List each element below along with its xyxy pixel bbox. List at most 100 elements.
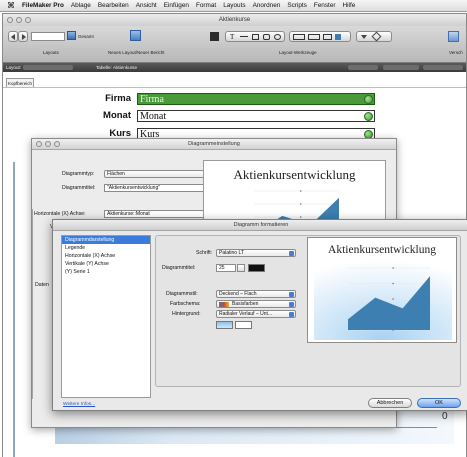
format-preview-plot	[314, 260, 452, 340]
axis-tick	[299, 216, 302, 218]
background-popup[interactable]: Radialer Verlauf – Unt...	[216, 310, 296, 318]
layout-number-field[interactable]	[31, 32, 65, 41]
new-layout-icon[interactable]	[130, 30, 141, 41]
apple-menu-icon[interactable]: ⌘	[7, 1, 15, 10]
font-popup[interactable]: Palatino LT	[216, 249, 296, 257]
back-button[interactable]	[8, 31, 18, 42]
axis-tick	[392, 298, 394, 300]
chart-title-label: Diagrammtitel:	[62, 185, 96, 191]
field-monat[interactable]: Monat	[137, 110, 375, 122]
font-value: Palatino LT	[219, 250, 244, 256]
minimize-dialog-icon[interactable]	[45, 141, 51, 147]
line-tool-icon[interactable]	[240, 36, 248, 37]
menu-fenster[interactable]: Fenster	[314, 2, 336, 9]
section-item-series-1[interactable]: (Y) Serie 1	[62, 268, 150, 276]
minimize-window-icon[interactable]	[16, 17, 22, 23]
data-source-label: Daten	[35, 282, 49, 288]
menu-scripts[interactable]: Scripts	[287, 2, 307, 9]
section-item-x-axis[interactable]: Horizontale (X) Achse	[62, 252, 150, 260]
forward-button[interactable]	[18, 31, 28, 42]
popup-arrow-icon	[289, 251, 294, 256]
menu-format[interactable]: Format	[196, 2, 216, 9]
title-size-label: Diagrammtitel:	[162, 265, 196, 271]
new-layout-label: Neues Layout/Neuer Bericht	[108, 50, 165, 55]
fields-button[interactable]	[383, 65, 419, 70]
chart-style-label: Diagrammstil:	[166, 291, 198, 297]
button-tool-icon[interactable]	[308, 34, 320, 40]
field-tools-group[interactable]	[289, 31, 351, 42]
menu-app[interactable]: FileMaker Pro	[22, 2, 64, 9]
text-tool-icon[interactable]: T	[230, 33, 234, 41]
format-preview: Aktienkursentwicklung	[307, 237, 457, 343]
field-tool-icon[interactable]	[293, 34, 305, 40]
zoom-dialog-icon[interactable]	[54, 141, 60, 147]
menu-anordnen[interactable]: Anordnen	[253, 2, 281, 9]
background-color-2-swatch[interactable]	[235, 321, 252, 329]
part-divider	[3, 87, 466, 88]
chart-setup-preview-title: Aktienkursentwicklung	[233, 167, 356, 182]
section-item-legend[interactable]: Legende	[62, 244, 150, 252]
table-status-label: Tabelle:	[96, 65, 112, 70]
inspector-icon[interactable]	[448, 31, 459, 42]
x-axis-label: Horizontale (X) Achse:	[34, 211, 86, 217]
pointer-tool-icon[interactable]	[210, 32, 219, 41]
menu-ablage[interactable]: Ablage	[71, 2, 91, 9]
format-tools-group[interactable]	[356, 31, 392, 42]
menu-ansicht[interactable]: Ansicht	[136, 2, 157, 9]
section-item-chart[interactable]: Diagrammdarstellung	[62, 236, 150, 244]
color-scheme-label: Farbschema:	[170, 301, 201, 307]
layout-grid-icon[interactable]	[67, 31, 76, 40]
layout-part-tab[interactable]: Kopfbereich	[6, 78, 34, 87]
chart-setup-title: Diagrammeinstellung	[188, 141, 240, 147]
chart-title-input[interactable]: "Aktienkursentwicklung"	[104, 184, 212, 192]
drawing-tools-group[interactable]: T	[225, 31, 285, 42]
more-info-link[interactable]: Weitere Infos...	[63, 402, 95, 407]
menu-layouts[interactable]: Layouts	[223, 2, 245, 9]
cancel-button[interactable]: Abbrechen	[368, 398, 412, 408]
ok-button[interactable]: OK	[417, 398, 461, 408]
paint-bucket-icon[interactable]	[371, 31, 382, 42]
format-section-list: Diagrammdarstellung Legende Horizontale …	[61, 235, 151, 398]
axis-tick	[299, 203, 302, 205]
arrow-right-icon	[22, 34, 26, 40]
background-color-1-swatch[interactable]	[216, 321, 233, 329]
chart-setup-titlebar: Diagrammeinstellung	[32, 139, 396, 150]
theme-button[interactable]	[348, 65, 378, 70]
layout-status-bar: Layout: Tabelle: Aktienkurse	[3, 63, 466, 72]
section-item-y-axis[interactable]: Vertikale (Y) Achse	[62, 260, 150, 268]
menu-einfuegen[interactable]: Einfügen	[164, 2, 189, 9]
field-monat-name: Monat	[140, 111, 167, 122]
layout-popup[interactable]	[23, 65, 73, 70]
layout-status-label: Layout:	[6, 65, 22, 70]
x-axis-input[interactable]: Aktienkurse::Monat	[104, 210, 212, 218]
tab-control-tool-icon[interactable]	[323, 34, 332, 40]
menu-hilfe[interactable]: Hilfe	[343, 2, 356, 9]
close-window-icon[interactable]	[7, 17, 13, 23]
exit-layout-button[interactable]	[423, 65, 463, 70]
menu-bearbeiten[interactable]: Bearbeiten	[98, 2, 129, 9]
field-firma[interactable]: Firma	[137, 93, 375, 105]
color-scheme-popup[interactable]: Basisfarben	[216, 300, 296, 308]
title-size-input[interactable]: 25	[216, 264, 236, 272]
layout-chart-axis-zero-right: 0	[442, 411, 448, 422]
label-firma: Firma	[105, 93, 131, 104]
color-scheme-swatch	[219, 302, 229, 307]
rounded-rect-tool-icon[interactable]	[263, 34, 270, 40]
zoom-window-icon[interactable]	[25, 17, 31, 23]
axis-tick	[299, 190, 302, 192]
window-title: Aktienkurse	[218, 17, 251, 23]
layouts-label: Layouts	[43, 50, 59, 55]
rectangle-tool-icon[interactable]	[252, 34, 259, 40]
title-color-swatch[interactable]	[248, 264, 265, 272]
fill-dropdown-icon[interactable]	[361, 35, 367, 39]
chart-type-value: Flächen	[107, 171, 125, 177]
layout-chart-edge	[13, 162, 15, 457]
close-dialog-icon[interactable]	[36, 141, 42, 147]
chart-style-popup[interactable]: Deckend – Flach	[216, 290, 296, 298]
axis-tick	[392, 282, 394, 285]
chart-tool-icon[interactable]	[335, 34, 341, 40]
popup-arrow-icon	[289, 302, 294, 307]
title-size-stepper[interactable]	[237, 264, 245, 272]
chart-type-popup[interactable]: Flächen	[104, 170, 212, 178]
oval-tool-icon[interactable]	[274, 34, 281, 40]
